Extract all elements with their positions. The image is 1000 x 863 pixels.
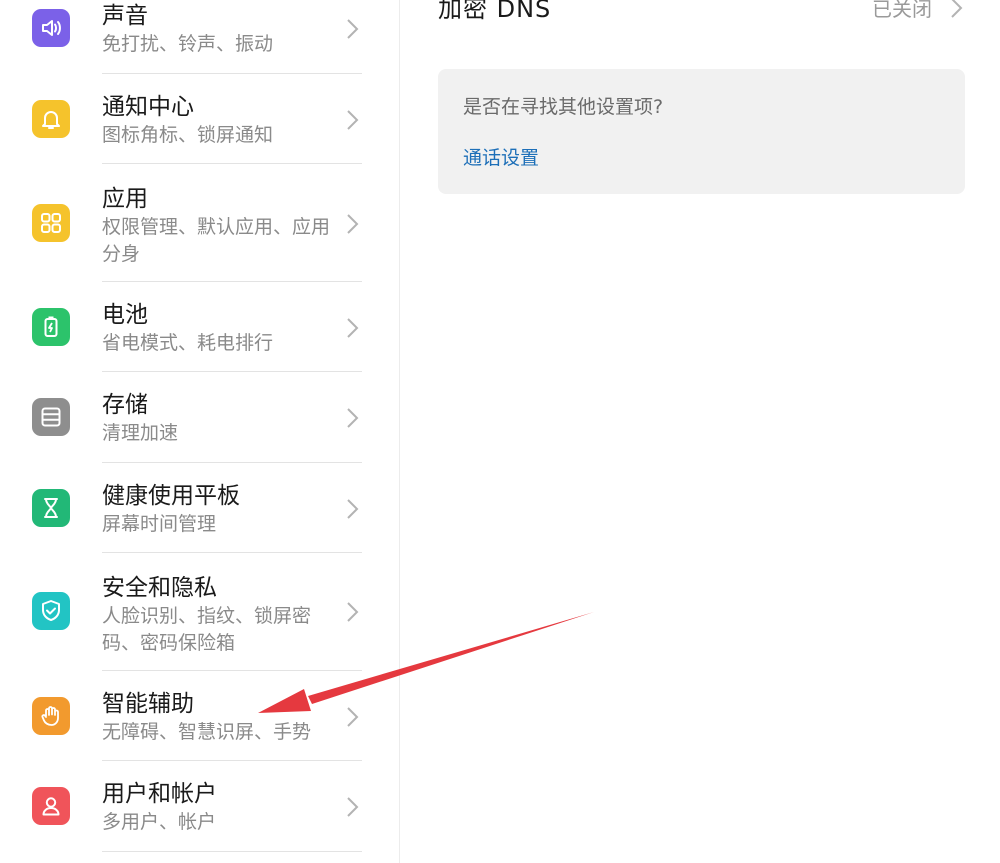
shield-check-icon: [32, 592, 70, 630]
chevron-right-icon: [347, 214, 359, 234]
encrypted-dns-status: 已关闭: [872, 0, 932, 21]
encrypted-dns-row[interactable]: 加密 DNS 已关闭: [438, 0, 966, 28]
settings-item-subtitle: 图标角标、锁屏通知: [102, 124, 274, 146]
settings-item-subtitle: 无障碍、智慧识屏、手势: [102, 721, 312, 743]
settings-item-digital-wellbeing[interactable]: 健康使用平板 屏幕时间管理: [0, 463, 399, 552]
hourglass-icon: [32, 489, 70, 527]
settings-item-subtitle: 权限管理、默认应用、应用分身: [102, 216, 331, 265]
settings-item-title: 智能辅助: [102, 691, 194, 717]
suggestion-card: 是否在寻找其他设置项? 通话设置: [438, 69, 965, 194]
hand-icon: [32, 697, 70, 735]
bell-icon: [32, 100, 70, 138]
settings-item-storage[interactable]: 存储 清理加速: [0, 372, 399, 462]
settings-item-title: 存储: [102, 392, 148, 418]
settings-item-title: 电池: [102, 302, 148, 328]
storage-icon: [32, 398, 70, 436]
settings-item-subtitle: 清理加速: [102, 422, 179, 444]
settings-item-smart-assist[interactable]: 智能辅助 无障碍、智慧识屏、手势: [0, 671, 399, 760]
settings-item-users-accounts[interactable]: 用户和帐户 多用户、帐户: [0, 761, 399, 851]
chevron-right-icon: [347, 318, 359, 338]
chevron-right-icon: [347, 19, 359, 39]
user-icon: [32, 787, 70, 825]
settings-item-notification[interactable]: 通知中心 图标角标、锁屏通知: [0, 74, 399, 163]
settings-item-title: 健康使用平板: [102, 483, 240, 509]
chevron-right-icon: [951, 0, 963, 18]
suggestion-question: 是否在寻找其他设置项?: [463, 96, 664, 118]
chevron-right-icon: [347, 408, 359, 428]
encrypted-dns-label: 加密 DNS: [438, 0, 552, 23]
settings-detail-pane: 加密 DNS 已关闭 是否在寻找其他设置项? 通话设置: [400, 0, 1000, 863]
settings-item-subtitle: 人脸识别、指纹、锁屏密码、密码保险箱: [102, 605, 312, 654]
chevron-right-icon: [347, 707, 359, 727]
settings-item-subtitle: 多用户、帐户: [102, 811, 217, 833]
chevron-right-icon: [347, 110, 359, 130]
settings-item-sound[interactable]: 声音 免打扰、铃声、振动: [0, 0, 399, 73]
settings-item-title: 应用: [102, 186, 148, 212]
settings-item-subtitle: 屏幕时间管理: [102, 513, 217, 535]
settings-item-title: 通知中心: [102, 94, 194, 120]
divider: [102, 851, 362, 852]
settings-list: 声音 免打扰、铃声、振动 通知中心 图标角标、锁屏通知 应用 权限管理、默认应用…: [0, 0, 400, 863]
settings-item-battery[interactable]: 电池 省电模式、耗电排行: [0, 282, 399, 371]
settings-item-security-privacy[interactable]: 安全和隐私 人脸识别、指纹、锁屏密码、密码保险箱: [0, 553, 399, 670]
settings-item-title: 声音: [102, 3, 148, 29]
settings-item-title: 安全和隐私: [102, 575, 217, 601]
settings-item-title: 用户和帐户: [102, 781, 217, 807]
settings-item-apps[interactable]: 应用 权限管理、默认应用、应用分身: [0, 164, 399, 281]
settings-item-subtitle: 免打扰、铃声、振动: [102, 33, 274, 55]
chevron-right-icon: [347, 602, 359, 622]
chevron-right-icon: [347, 797, 359, 817]
apps-grid-icon: [32, 204, 70, 242]
call-settings-link[interactable]: 通话设置: [463, 145, 539, 171]
speaker-icon: [32, 9, 70, 47]
battery-icon: [32, 308, 70, 346]
chevron-right-icon: [347, 499, 359, 519]
settings-item-subtitle: 省电模式、耗电排行: [102, 332, 274, 354]
